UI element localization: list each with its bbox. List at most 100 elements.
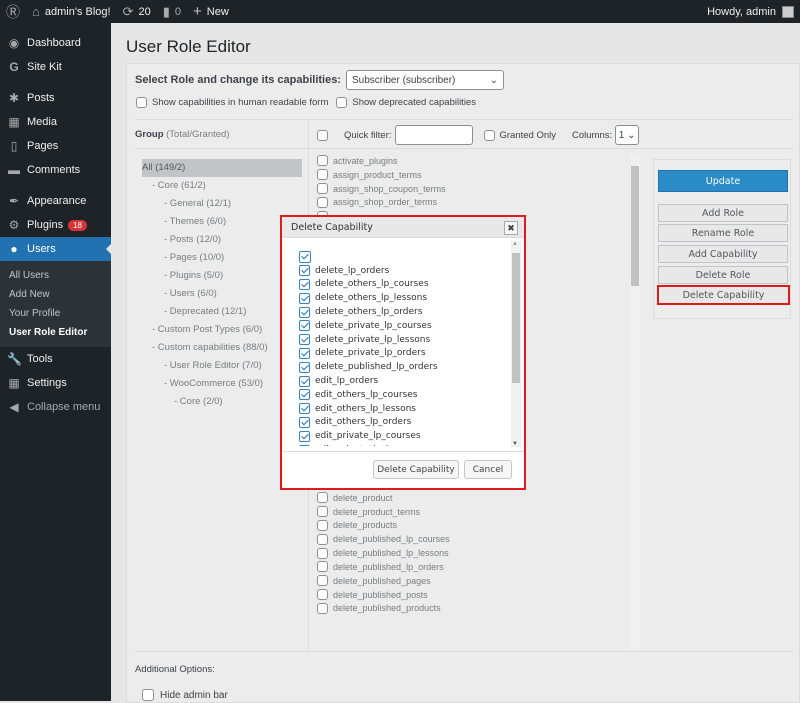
capability-checkbox[interactable] xyxy=(317,155,328,167)
dialog-capability-checkbox[interactable] xyxy=(299,292,310,304)
capability-checkbox[interactable] xyxy=(317,519,328,531)
granted-only-checkbox[interactable] xyxy=(483,129,495,141)
group-item[interactable]: - Users (6/0) xyxy=(142,285,302,303)
group-item[interactable]: All (149/2) xyxy=(142,159,302,177)
divider xyxy=(135,119,793,120)
dialog-capability-checkbox[interactable] xyxy=(299,347,310,359)
dialog-capability-row: delete_others_lp_courses xyxy=(299,278,509,292)
group-item[interactable]: - Core (61/2) xyxy=(142,177,302,195)
select-all-checkbox[interactable] xyxy=(317,129,328,141)
cancel-button[interactable]: Cancel xyxy=(464,460,512,479)
wordpress-logo-button[interactable]: Ⓡ xyxy=(0,0,26,23)
capabilities-scrollbar[interactable] xyxy=(630,154,640,650)
deprecated-checkbox[interactable] xyxy=(336,97,348,108)
comments-link[interactable]: ▮ 0 xyxy=(157,0,187,23)
dialog-capability-checkbox[interactable] xyxy=(299,265,310,277)
sidebar-item-comments[interactable]: ▬ Comments xyxy=(0,158,111,182)
site-name-link[interactable]: ⌂ admin's Blog! xyxy=(26,0,117,23)
sidebar-item-settings[interactable]: ▦ Settings xyxy=(0,371,111,395)
updates-link[interactable]: ⟳ 20 xyxy=(117,0,157,23)
dashboard-icon: ◉ xyxy=(8,36,20,50)
scrollbar-thumb[interactable] xyxy=(631,166,639,286)
group-item[interactable]: - Pages (10/0) xyxy=(142,249,302,267)
group-item[interactable]: - User Role Editor (7/0) xyxy=(142,357,302,375)
capability-checkbox[interactable] xyxy=(317,547,328,559)
sidebar-item-site-kit[interactable]: G Site Kit xyxy=(0,55,111,79)
confirm-delete-capability-button[interactable]: Delete Capability xyxy=(373,460,459,479)
dialog-capability-checkbox[interactable] xyxy=(299,389,310,401)
submenu-your-profile[interactable]: Your Profile xyxy=(0,304,111,323)
group-item[interactable]: - Custom capabilities (88/0) xyxy=(142,339,302,357)
dialog-capability-row: delete_published_lp_orders xyxy=(299,360,509,374)
updates-count: 20 xyxy=(138,5,151,18)
dialog-scrollbar[interactable]: ▲ ▼ xyxy=(511,241,521,447)
submenu-all-users[interactable]: All Users xyxy=(0,266,111,285)
dialog-capability-label: edit_lp_orders xyxy=(315,376,379,387)
dialog-capability-row: edit_others_lp_lessons xyxy=(299,402,509,416)
columns-value: 1 xyxy=(618,129,625,141)
group-item[interactable]: - Custom Post Types (6/0) xyxy=(142,321,302,339)
quick-filter-input[interactable] xyxy=(394,125,473,145)
capability-checkbox[interactable] xyxy=(317,561,328,573)
group-item[interactable]: - WooCommerce (53/0) xyxy=(142,375,302,393)
group-item[interactable]: - Themes (6/0) xyxy=(142,213,302,231)
capability-checkbox[interactable] xyxy=(317,506,328,518)
add-role-button[interactable]: Add Role xyxy=(658,204,788,222)
group-item[interactable]: - Deprecated (12/1) xyxy=(142,303,302,321)
close-icon[interactable]: ✖ xyxy=(504,221,518,235)
sidebar-item-tools[interactable]: 🔧 Tools xyxy=(0,347,111,371)
dialog-capability-checkbox[interactable] xyxy=(299,320,310,332)
dialog-capability-checkbox[interactable] xyxy=(299,334,310,346)
sidebar-item-posts[interactable]: ✱ Posts xyxy=(0,86,111,110)
update-button[interactable]: Update xyxy=(658,170,788,192)
my-account-link[interactable]: Howdy, admin xyxy=(707,5,800,18)
hide-admin-bar-checkbox[interactable] xyxy=(142,689,154,701)
sidebar-item-media[interactable]: ▦ Media xyxy=(0,110,111,134)
rename-role-button[interactable]: Rename Role xyxy=(658,224,788,242)
dialog-capability-checkbox[interactable] xyxy=(299,444,310,446)
sidebar-item-appearance[interactable]: ✒ Appearance xyxy=(0,189,111,213)
capability-checkbox[interactable] xyxy=(317,492,328,504)
sidebar-item-plugins[interactable]: ⚙ Plugins 18 xyxy=(0,213,111,237)
scroll-down-icon[interactable]: ▼ xyxy=(512,441,518,447)
sidebar-item-pages[interactable]: ▯ Pages xyxy=(0,134,111,158)
capability-checkbox[interactable] xyxy=(317,575,328,587)
dialog-capability-checkbox[interactable] xyxy=(299,278,310,290)
dialog-capability-checkbox[interactable] xyxy=(299,306,310,318)
new-content-link[interactable]: + New xyxy=(187,0,235,23)
dialog-capability-label: edit_private_lp_courses xyxy=(315,431,421,442)
add-capability-button[interactable]: Add Capability xyxy=(658,245,788,263)
capability-label: delete_product_terms xyxy=(333,506,421,517)
columns-select[interactable]: 1 ⌄ xyxy=(615,125,640,145)
capability-checkbox[interactable] xyxy=(317,533,328,545)
sidebar-item-users[interactable]: ● Users xyxy=(0,237,111,261)
dialog-capability-checkbox[interactable] xyxy=(299,375,310,387)
capability-checkbox[interactable] xyxy=(317,169,328,181)
dialog-capability-checkbox[interactable] xyxy=(299,430,310,442)
scroll-up-icon[interactable]: ▲ xyxy=(512,241,518,247)
role-selected-value: Subscriber (subscriber) xyxy=(352,74,456,86)
dialog-capability-checkbox[interactable] xyxy=(299,361,310,373)
human-readable-checkbox[interactable] xyxy=(136,97,147,108)
group-item[interactable]: - General (12/1) xyxy=(142,195,302,213)
submenu-user-role-editor[interactable]: User Role Editor xyxy=(0,323,111,342)
capability-checkbox[interactable] xyxy=(317,196,328,208)
collapse-menu-button[interactable]: ◀ Collapse menu xyxy=(0,395,111,419)
delete-role-button[interactable]: Delete Role xyxy=(658,266,788,284)
select-all-capabilities-checkbox[interactable] xyxy=(299,250,311,263)
capability-checkbox[interactable] xyxy=(317,589,328,601)
sidebar-item-dashboard[interactable]: ◉ Dashboard xyxy=(0,31,111,55)
dialog-capability-checkbox[interactable] xyxy=(299,416,310,428)
settings-icon: ▦ xyxy=(8,376,20,390)
group-item[interactable]: - Core (2/0) xyxy=(142,393,302,411)
group-item[interactable]: - Posts (12/0) xyxy=(142,231,302,249)
select-all-row xyxy=(299,250,509,264)
dialog-scrollbar-thumb[interactable] xyxy=(512,253,520,383)
capability-checkbox[interactable] xyxy=(317,183,328,195)
role-select[interactable]: Subscriber (subscriber) ⌄ xyxy=(346,70,505,90)
submenu-add-new[interactable]: Add New xyxy=(0,285,111,304)
group-item[interactable]: - Plugins (5/0) xyxy=(142,267,302,285)
delete-capability-button[interactable]: Delete Capability xyxy=(657,285,790,305)
capability-checkbox[interactable] xyxy=(317,602,328,614)
dialog-capability-checkbox[interactable] xyxy=(299,403,310,415)
